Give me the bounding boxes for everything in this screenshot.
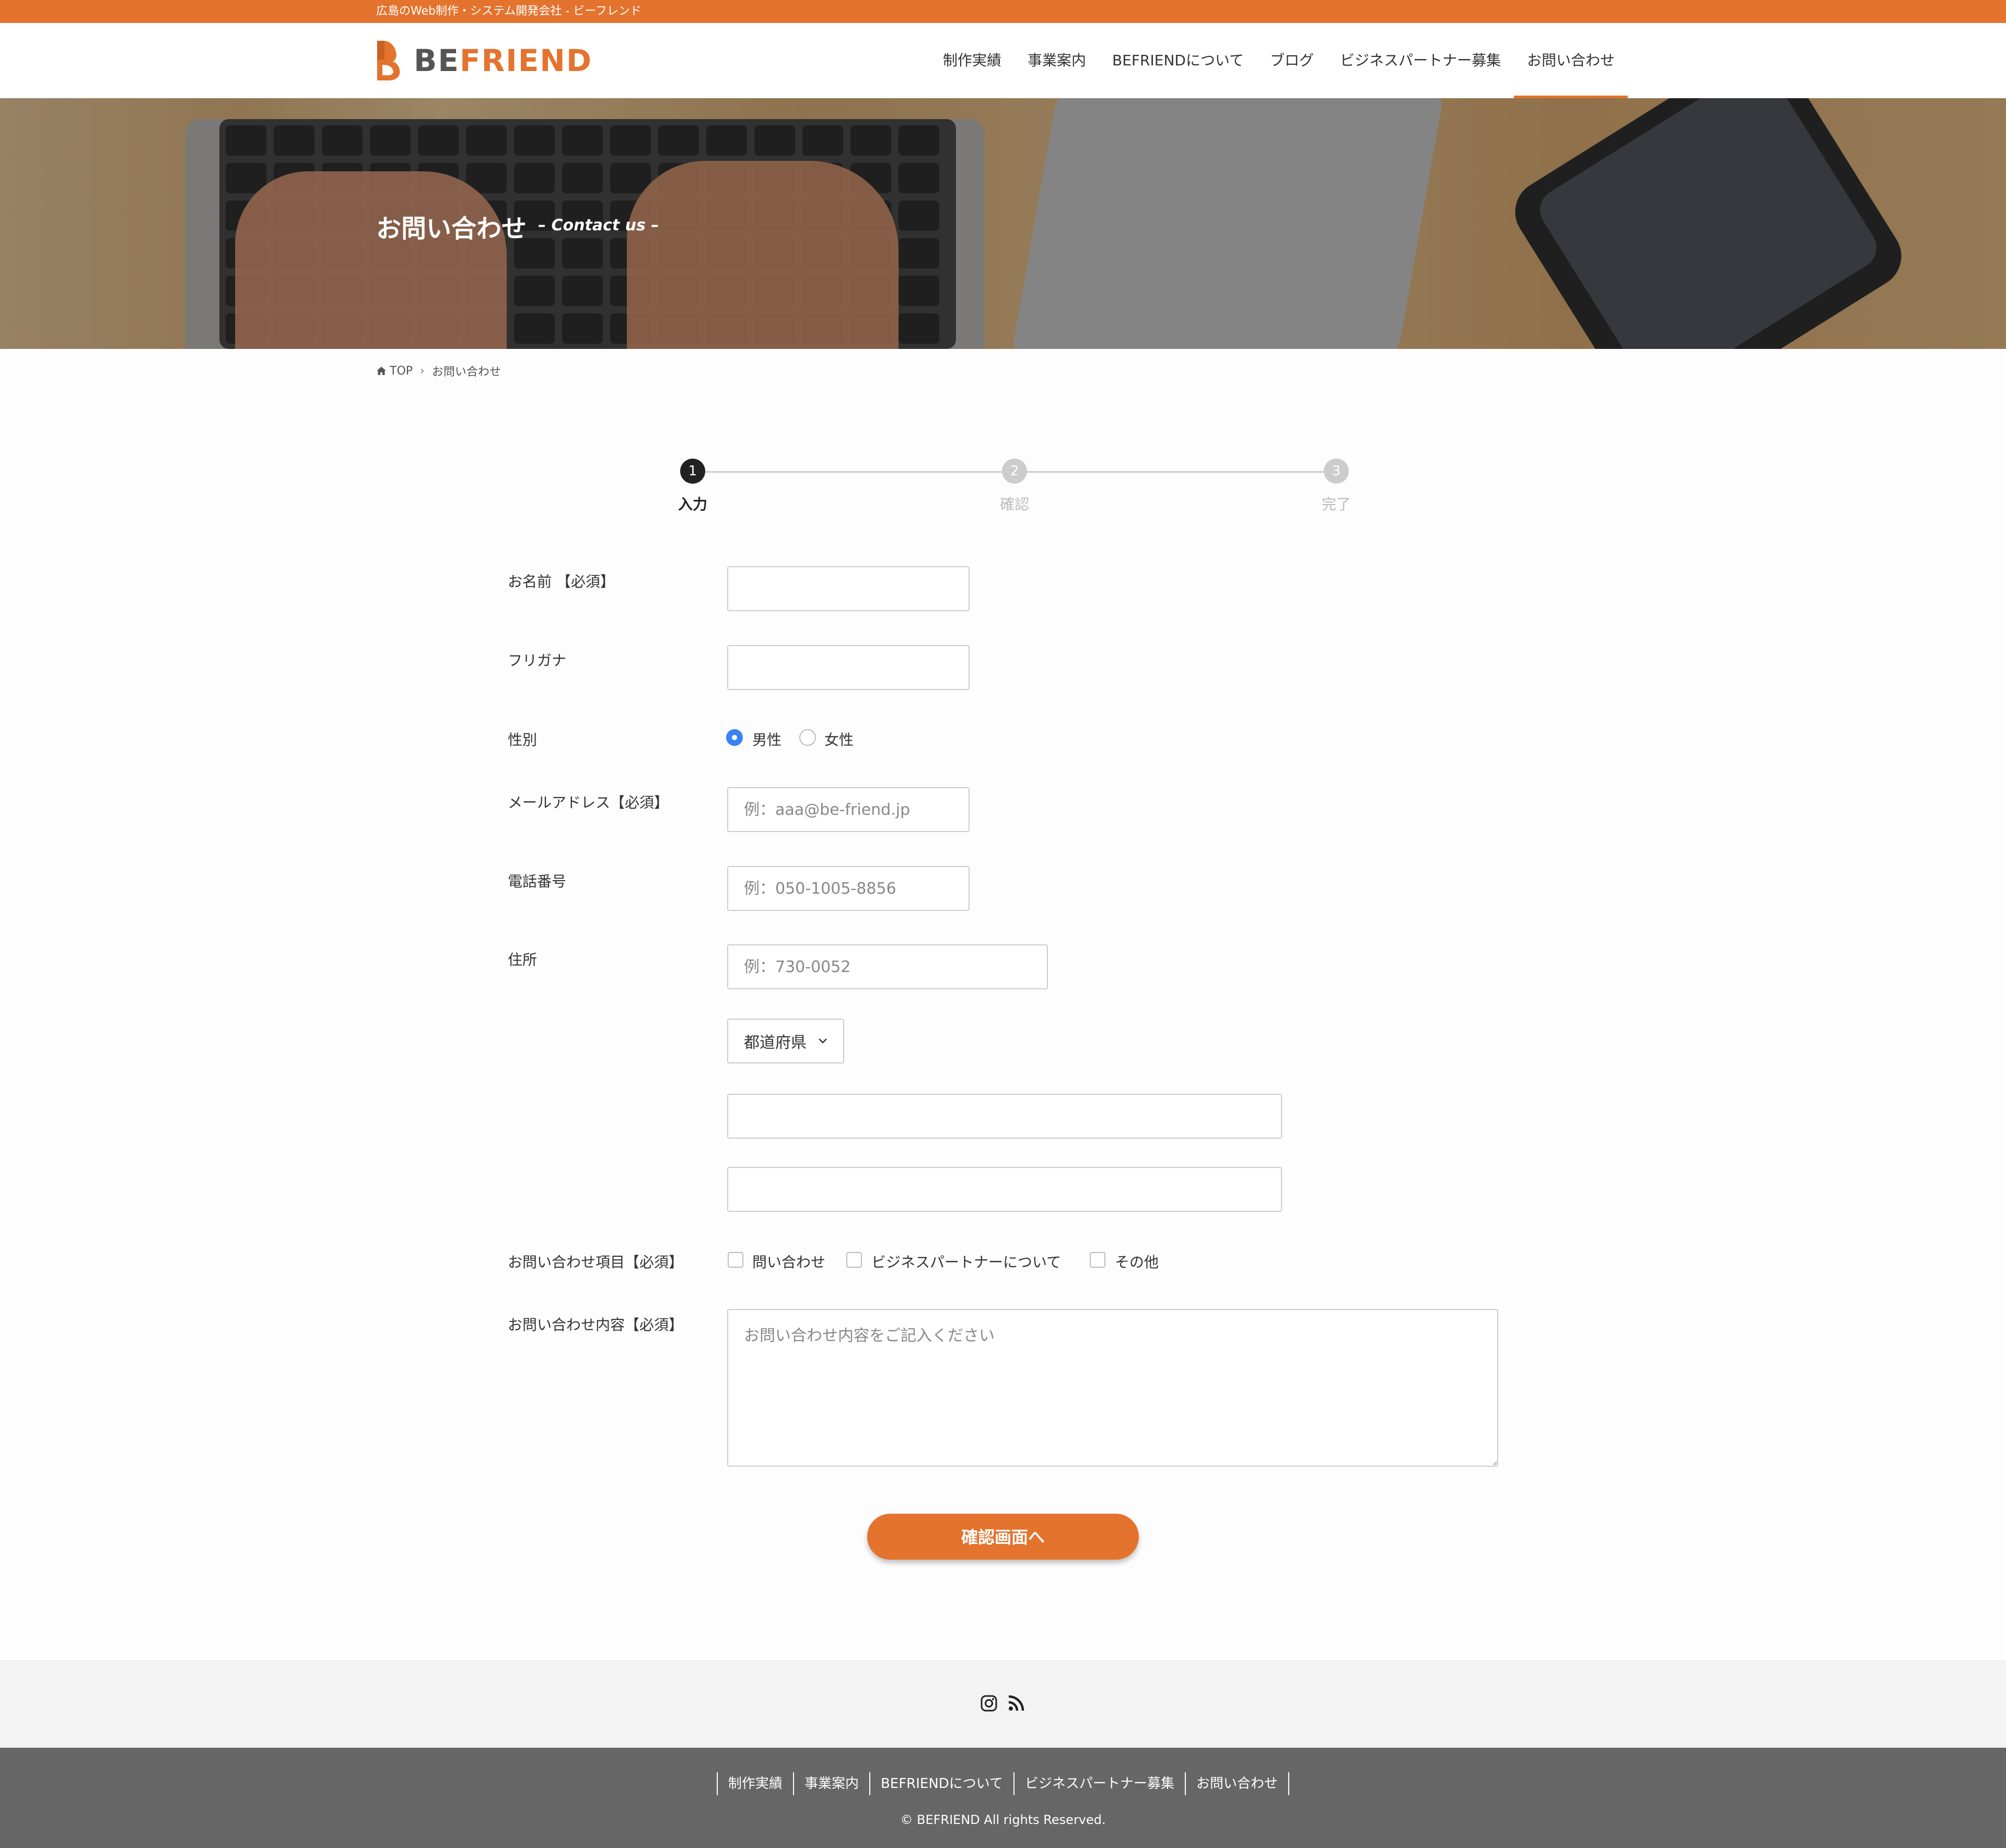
gender-radio-male[interactable] — [726, 729, 743, 746]
logo-text-be: BE — [414, 43, 460, 78]
home-icon — [377, 367, 386, 375]
step-2-indicator: 2 — [1002, 459, 1027, 484]
name-label: お名前 【必須】 — [508, 573, 615, 590]
nav-item-blog[interactable]: ブログ — [1257, 23, 1327, 98]
inquiry-type-label: お問い合わせ項目【必須】 — [508, 1254, 684, 1271]
nav-item-about[interactable]: BEFRIENDについて — [1099, 23, 1257, 98]
rss-icon[interactable] — [1007, 1694, 1025, 1712]
site-logo[interactable]: BE FRIEND — [375, 39, 592, 83]
footer-nav-partner[interactable]: ビジネスパートナー募集 — [1013, 1772, 1185, 1795]
footer-nav-contact[interactable]: お問い合わせ — [1185, 1772, 1290, 1795]
footer-nav-works[interactable]: 制作実績 — [716, 1772, 793, 1795]
instagram-icon[interactable] — [980, 1694, 998, 1712]
footer-social — [0, 1660, 2006, 1748]
hero-overlay — [0, 98, 2006, 349]
step-connector — [1013, 471, 1335, 473]
nav-item-works[interactable]: 制作実績 — [930, 23, 1014, 98]
logo-text-friend: FRIEND — [459, 43, 592, 78]
prefecture-select-value: 都道府県 — [744, 1034, 807, 1052]
message-field[interactable] — [727, 1309, 1498, 1467]
name-field[interactable] — [727, 566, 970, 611]
email-label: メールアドレス【必須】 — [508, 794, 669, 811]
footer-nav: 制作実績 事業案内 BEFRIENDについて ビジネスパートナー募集 お問い合わ… — [0, 1772, 2006, 1795]
confirm-button[interactable]: 確認画面へ — [867, 1514, 1139, 1560]
message-label: お問い合わせ内容【必須】 — [508, 1316, 684, 1334]
gender-radio-female[interactable] — [799, 729, 816, 746]
step-1-label: 入力 — [678, 496, 707, 513]
zip-field[interactable] — [727, 944, 1048, 989]
tel-field[interactable] — [727, 866, 970, 911]
top-bar — [0, 0, 2006, 23]
prefecture-select[interactable]: 都道府県 — [727, 1019, 844, 1063]
step-1-indicator: 1 — [680, 459, 705, 484]
nav-item-partner[interactable]: ビジネスパートナー募集 — [1327, 23, 1514, 98]
footer-nav-services[interactable]: 事業案内 — [792, 1772, 869, 1795]
hero-banner: お問い合わせ – Contact us – — [0, 98, 2006, 349]
breadcrumb: TOP › お問い合わせ — [376, 362, 501, 379]
page-subtitle: – Contact us – — [538, 216, 659, 235]
chevron-down-icon — [819, 1038, 827, 1044]
inquiry-checkbox-general[interactable] — [728, 1252, 743, 1268]
address-line1-field[interactable] — [727, 1094, 1282, 1139]
tel-label: 電話番号 — [508, 873, 567, 890]
inquiry-option-other: その他 — [1115, 1254, 1159, 1271]
step-connector — [693, 471, 1013, 473]
footer — [0, 1748, 2006, 1848]
logo-mark-icon — [377, 41, 400, 80]
kana-label: フリガナ — [508, 652, 567, 669]
footer-nav-about[interactable]: BEFRIENDについて — [869, 1772, 1013, 1795]
gender-option-male: 男性 — [752, 731, 782, 748]
gender-option-female: 女性 — [824, 731, 854, 748]
copyright: © BEFRIEND All rights Reserved. — [900, 1812, 1106, 1827]
gender-label: 性別 — [508, 731, 538, 748]
email-field[interactable] — [727, 787, 970, 832]
breadcrumb-separator: › — [420, 364, 425, 378]
page-title: お問い合わせ — [376, 214, 527, 243]
address-label: 住所 — [508, 951, 538, 968]
tagline: 広島のWeb制作・システム開発会社 - ビーフレンド — [376, 5, 642, 18]
nav-item-services[interactable]: 事業案内 — [1014, 23, 1099, 98]
main-nav: 制作実績 事業案内 BEFRIENDについて ブログ ビジネスパートナー募集 お… — [930, 23, 1628, 98]
step-3-label: 完了 — [1321, 496, 1351, 513]
kana-field[interactable] — [727, 645, 970, 690]
nav-item-contact[interactable]: お問い合わせ — [1514, 23, 1628, 98]
breadcrumb-home[interactable]: TOP — [390, 365, 413, 378]
step-3-indicator: 3 — [1324, 459, 1349, 484]
inquiry-checkbox-partner[interactable] — [846, 1252, 862, 1268]
step-2-label: 確認 — [999, 496, 1029, 513]
inquiry-option-partner: ビジネスパートナーについて — [871, 1254, 1062, 1271]
breadcrumb-current: お問い合わせ — [431, 366, 501, 379]
inquiry-option-general: 問い合わせ — [752, 1254, 826, 1271]
inquiry-checkbox-other[interactable] — [1090, 1252, 1105, 1268]
address-line2-field[interactable] — [727, 1167, 1282, 1212]
